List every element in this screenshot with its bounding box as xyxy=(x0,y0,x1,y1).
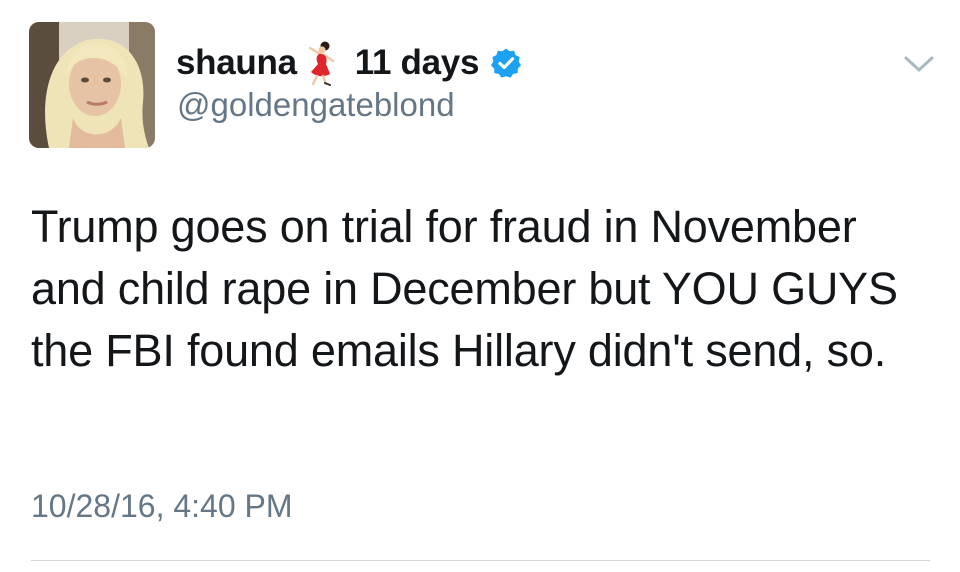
tweet-text: Trump goes on trial for fraud in Novembe… xyxy=(31,201,898,376)
relative-timestamp[interactable]: 11 days xyxy=(355,43,480,83)
tweet-timestamp[interactable]: 10/28/16, 4:40 PM xyxy=(31,488,293,525)
chevron-down-icon[interactable] xyxy=(900,52,938,76)
avatar[interactable] xyxy=(29,22,155,148)
tweet-header: shauna 11 days xyxy=(176,40,522,86)
avatar-image xyxy=(29,22,155,148)
divider xyxy=(31,560,930,561)
dancer-emoji-icon xyxy=(305,40,339,86)
display-name[interactable]: shauna xyxy=(176,43,297,83)
verified-badge-icon xyxy=(490,47,522,79)
username-handle[interactable]: @goldengateblond xyxy=(177,86,455,124)
